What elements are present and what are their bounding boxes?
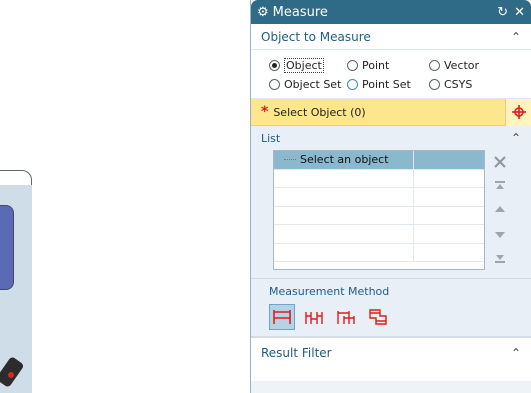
object-list-table[interactable]: Select an object (273, 150, 485, 270)
move-down-button[interactable] (489, 222, 511, 245)
measurement-method-section: Measurement Method (251, 279, 531, 337)
table-row[interactable] (274, 225, 484, 244)
table-row[interactable] (274, 188, 484, 207)
radio-point-set[interactable]: Point Set (347, 78, 429, 91)
result-filter-header[interactable]: Result Filter ⌃ (251, 337, 531, 367)
radio-vector[interactable]: Vector (429, 59, 479, 72)
radio-object-dot[interactable] (269, 60, 280, 71)
canvas-model-part-marker (8, 372, 14, 378)
crosshair-icon (511, 105, 526, 119)
chevron-up-icon[interactable]: ⌃ (511, 30, 521, 44)
reset-icon[interactable]: ↻ (497, 5, 508, 20)
radio-vector-dot[interactable] (429, 60, 440, 71)
screen: ⚙ Measure ↻ ✕ Object to Measure ⌃ Object… (0, 0, 531, 393)
method-step-button[interactable] (333, 304, 359, 330)
move-to-bottom-icon (495, 254, 505, 263)
move-up-icon (495, 205, 505, 212)
method-single-icon (273, 310, 291, 324)
method-grid-button[interactable] (365, 304, 391, 330)
table-cell (414, 151, 484, 169)
radio-vector-label: Vector (444, 59, 480, 72)
move-to-bottom-button[interactable] (489, 246, 511, 269)
radio-object-set[interactable]: Object Set (269, 78, 347, 91)
result-filter-body (251, 367, 531, 381)
object-to-measure-title: Object to Measure (261, 29, 371, 44)
dialog-title: Measure (272, 4, 328, 20)
table-row[interactable]: Select an object (274, 151, 484, 170)
object-type-radio-group: Object Point Vector Object Set Point Set… (251, 50, 531, 99)
radio-point-dot[interactable] (347, 60, 358, 71)
radio-point-set-label: Point Set (362, 78, 411, 91)
radio-point-set-dot[interactable] (347, 79, 358, 90)
method-single-button[interactable] (269, 304, 295, 330)
method-grid-icon (369, 309, 387, 325)
canvas-model-screen (0, 205, 14, 290)
list-title: List (261, 131, 281, 145)
crosshair-select-button[interactable] (505, 98, 531, 126)
table-row[interactable] (274, 206, 484, 225)
radio-object-set-dot[interactable] (269, 79, 280, 90)
table-row[interactable] (274, 243, 484, 262)
move-to-top-icon (495, 180, 505, 189)
radio-object-set-label: Object Set (284, 78, 342, 91)
list-action-buttons (489, 150, 511, 270)
remove-icon (494, 155, 506, 168)
radio-csys[interactable]: CSYS (429, 78, 472, 91)
move-to-top-button[interactable] (489, 174, 511, 197)
required-asterisk-icon: * (261, 104, 269, 120)
select-object-row[interactable]: * Select Object (0) (251, 98, 531, 126)
result-filter-title: Result Filter (261, 345, 332, 360)
radio-csys-dot[interactable] (429, 79, 440, 90)
table-row[interactable] (274, 169, 484, 188)
method-chain-icon (305, 312, 323, 324)
object-to-measure-header[interactable]: Object to Measure ⌃ (251, 24, 531, 50)
measure-dialog: ⚙ Measure ↻ ✕ Object to Measure ⌃ Object… (250, 0, 531, 393)
move-down-icon (495, 231, 505, 238)
table-cell: Select an object (300, 153, 389, 167)
radio-object-label: Object (284, 58, 324, 73)
list-header[interactable]: List ⌃ (251, 126, 531, 150)
radio-csys-label: CSYS (444, 78, 473, 91)
radio-point[interactable]: Point (347, 59, 429, 72)
chevron-up-icon[interactable]: ⌃ (511, 346, 521, 360)
remove-button[interactable] (489, 150, 511, 173)
radio-object[interactable]: Object (269, 58, 347, 73)
select-object-label: Select Object (0) (273, 105, 366, 119)
chevron-up-icon[interactable]: ⌃ (511, 131, 521, 145)
dialog-titlebar[interactable]: ⚙ Measure ↻ ✕ (251, 0, 531, 24)
method-step-icon (337, 311, 355, 324)
close-icon[interactable]: ✕ (514, 5, 525, 20)
measurement-method-label: Measurement Method (269, 285, 390, 298)
gear-icon: ⚙ (257, 4, 269, 20)
list-section: List ⌃ Select an object (251, 126, 531, 279)
radio-point-label: Point (362, 59, 390, 72)
move-up-button[interactable] (489, 198, 511, 221)
method-chain-button[interactable] (301, 304, 327, 330)
